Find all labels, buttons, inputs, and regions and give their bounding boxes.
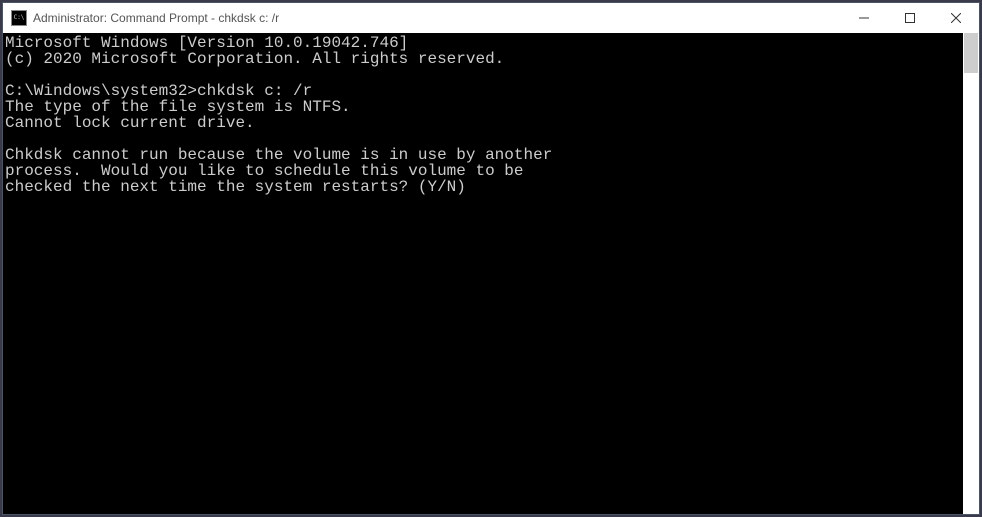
window-title: Administrator: Command Prompt - chkdsk c… (33, 11, 841, 25)
command-prompt-window: C:\ Administrator: Command Prompt - chkd… (2, 2, 980, 515)
close-button[interactable] (933, 3, 979, 33)
titlebar[interactable]: C:\ Administrator: Command Prompt - chkd… (3, 3, 979, 33)
scrollbar-thumb[interactable] (964, 33, 978, 73)
minimize-button[interactable] (841, 3, 887, 33)
maximize-button[interactable] (887, 3, 933, 33)
terminal-output[interactable]: Microsoft Windows [Version 10.0.19042.74… (3, 33, 963, 514)
terminal-area: Microsoft Windows [Version 10.0.19042.74… (3, 33, 979, 514)
window-controls (841, 3, 979, 33)
close-icon (951, 13, 961, 23)
app-icon-text: C:\ (14, 15, 25, 21)
app-icon: C:\ (11, 10, 27, 26)
maximize-icon (905, 13, 915, 23)
scrollbar-vertical[interactable] (963, 33, 979, 514)
minimize-icon (859, 13, 869, 23)
